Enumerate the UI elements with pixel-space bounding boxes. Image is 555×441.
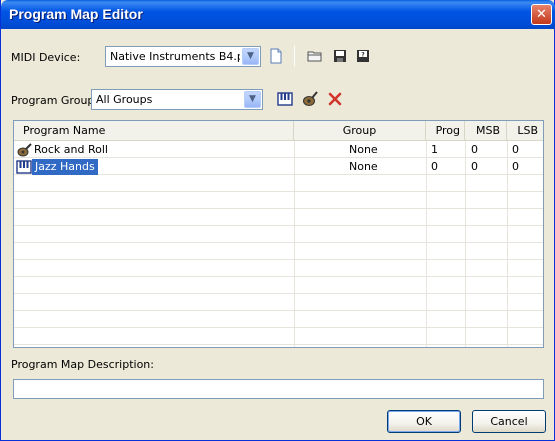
empty-row xyxy=(14,278,543,294)
empty-row xyxy=(14,312,543,328)
midi-device-value: Native Instruments B4.p xyxy=(110,50,240,63)
toolbar-separator xyxy=(294,46,295,66)
ok-button[interactable]: OK xyxy=(387,410,461,433)
column-header-lsb[interactable]: LSB xyxy=(507,121,543,141)
description-input[interactable] xyxy=(13,379,544,399)
program-lsb: 0 xyxy=(512,160,519,173)
chevron-down-icon[interactable]: ▼ xyxy=(242,48,259,65)
empty-row xyxy=(14,244,543,260)
table-row[interactable]: Rock and Roll None 1 0 0 xyxy=(14,142,543,158)
open-folder-icon[interactable] xyxy=(306,47,324,65)
column-header-msb[interactable]: MSB xyxy=(465,121,507,141)
table-header: Program Name Group Prog MSB LSB xyxy=(14,121,543,141)
empty-row xyxy=(14,227,543,243)
program-lsb: 0 xyxy=(512,143,519,156)
program-table[interactable]: Program Name Group Prog MSB LSB Rock and… xyxy=(13,120,544,348)
program-name: Jazz Hands xyxy=(32,159,98,175)
close-button[interactable]: ✕ xyxy=(531,4,552,25)
column-header-program-name[interactable]: Program Name xyxy=(14,121,294,141)
save-as-icon[interactable]: ? xyxy=(354,47,372,65)
empty-row xyxy=(14,193,543,209)
column-header-group[interactable]: Group xyxy=(294,121,426,141)
svg-text:?: ? xyxy=(361,52,365,59)
program-msb: 0 xyxy=(471,160,478,173)
description-label: Program Map Description: xyxy=(11,358,154,371)
midi-device-select[interactable]: Native Instruments B4.p ▼ xyxy=(105,46,261,67)
edit-instrument-icon[interactable] xyxy=(301,90,319,108)
save-icon[interactable] xyxy=(331,47,349,65)
program-group-select[interactable]: All Groups ▼ xyxy=(91,89,263,110)
window-title: Program Map Editor xyxy=(9,6,143,22)
cancel-button[interactable]: Cancel xyxy=(472,410,546,433)
program-group-label: Program Group: xyxy=(11,94,99,107)
chevron-down-icon[interactable]: ▼ xyxy=(244,91,261,108)
program-group: None xyxy=(349,143,378,156)
program-prog: 1 xyxy=(431,143,438,156)
program-group-value: All Groups xyxy=(96,93,153,106)
program-map-editor-window: Program Map Editor ✕ MIDI Device: Native… xyxy=(0,0,555,441)
program-name: Rock and Roll xyxy=(34,143,108,156)
midi-device-label: MIDI Device: xyxy=(11,51,81,64)
empty-row xyxy=(14,329,543,345)
empty-row xyxy=(14,261,543,277)
program-prog: 0 xyxy=(431,160,438,173)
title-bar[interactable]: Program Map Editor ✕ xyxy=(1,0,555,29)
program-msb: 0 xyxy=(471,143,478,156)
empty-row xyxy=(14,295,543,311)
keyboard-icon[interactable] xyxy=(276,90,294,108)
column-header-prog[interactable]: Prog xyxy=(426,121,465,141)
delete-icon[interactable] xyxy=(326,90,344,108)
keyboard-icon xyxy=(16,160,32,174)
empty-row xyxy=(14,176,543,192)
dialog-body: MIDI Device: Native Instruments B4.p ▼ ? xyxy=(4,29,552,438)
empty-row xyxy=(14,210,543,226)
program-group: None xyxy=(349,160,378,173)
guitar-icon xyxy=(17,143,32,157)
new-file-icon[interactable] xyxy=(267,47,285,65)
table-row[interactable]: Jazz Hands None 0 0 0 xyxy=(14,159,543,175)
